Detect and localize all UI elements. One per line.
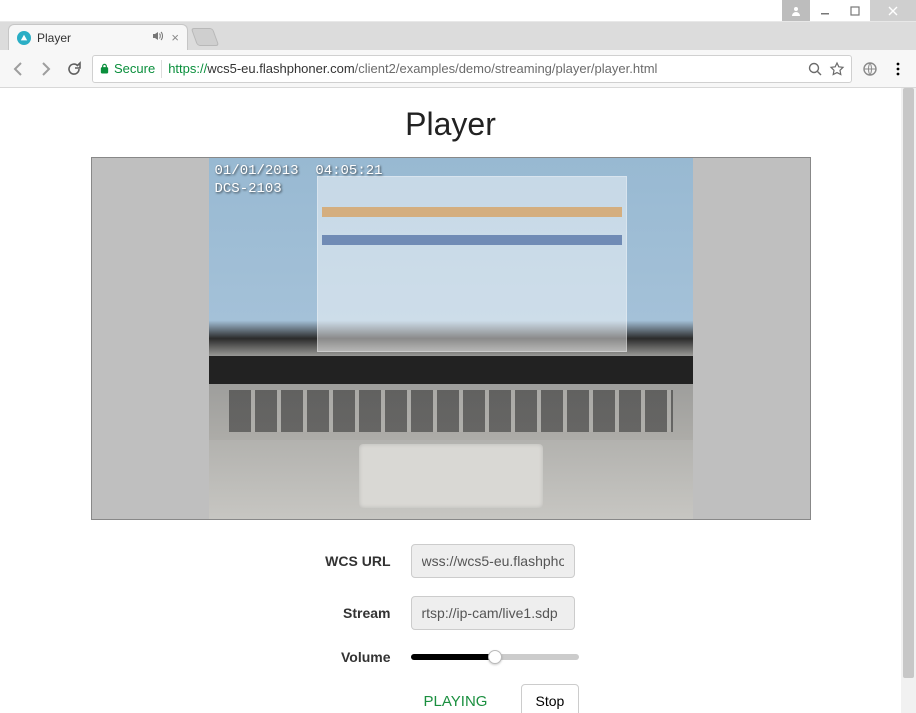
tab-close-icon[interactable]: × xyxy=(171,30,179,45)
stream-label: Stream xyxy=(231,605,411,621)
reload-icon xyxy=(66,61,82,77)
browser-tab-active[interactable]: Player × xyxy=(8,24,188,50)
reload-button[interactable] xyxy=(64,59,84,79)
zoom-icon[interactable] xyxy=(807,61,823,77)
tab-favicon-icon xyxy=(17,31,31,45)
user-icon xyxy=(791,6,801,16)
lock-icon xyxy=(99,63,110,74)
browser-toolbar: Secure https://wcs5-eu.flashphoner.com/c… xyxy=(0,50,916,88)
page-content: Player 01/01/2013 04:05:21 DCS-2103 WCS … xyxy=(0,88,901,713)
os-close-button[interactable] xyxy=(870,0,916,21)
profile-button[interactable] xyxy=(860,59,880,79)
maximize-icon xyxy=(850,6,860,16)
secure-indicator[interactable]: Secure xyxy=(99,61,155,76)
os-minimize-button[interactable] xyxy=(810,0,840,21)
star-icon[interactable] xyxy=(829,61,845,77)
volume-slider-thumb[interactable] xyxy=(488,650,502,664)
os-maximize-button[interactable] xyxy=(840,0,870,21)
vertical-scrollbar[interactable] xyxy=(901,88,916,713)
secure-label: Secure xyxy=(114,61,155,76)
stream-input[interactable] xyxy=(411,596,575,630)
wcs-url-input[interactable] xyxy=(411,544,575,578)
globe-icon xyxy=(862,61,878,77)
audio-icon[interactable] xyxy=(151,30,163,45)
volume-slider[interactable] xyxy=(411,648,579,666)
stop-button[interactable]: Stop xyxy=(521,684,580,713)
browser-tab-strip: Player × xyxy=(0,22,916,50)
forward-button[interactable] xyxy=(36,59,56,79)
url-text: https://wcs5-eu.flashphoner.com/client2/… xyxy=(168,61,801,76)
omnibox[interactable]: Secure https://wcs5-eu.flashphoner.com/c… xyxy=(92,55,852,83)
omnibox-divider xyxy=(161,60,162,78)
tab-title: Player xyxy=(37,31,145,45)
player-form: WCS URL Stream Volume PLAYING xyxy=(231,544,671,713)
video-detail-hinge xyxy=(209,356,693,384)
status-text: PLAYING xyxy=(411,693,501,710)
minimize-icon xyxy=(820,6,830,16)
os-user-button[interactable] xyxy=(782,0,810,21)
volume-label: Volume xyxy=(231,649,411,665)
close-icon xyxy=(888,6,898,16)
back-button[interactable] xyxy=(8,59,28,79)
video-detail-keyboard xyxy=(209,384,693,440)
wcs-url-label: WCS URL xyxy=(231,553,411,569)
new-tab-button[interactable] xyxy=(191,28,220,46)
video-frame: 01/01/2013 04:05:21 DCS-2103 xyxy=(91,157,811,520)
video-detail-trackpad xyxy=(359,444,543,508)
video-detail-screen xyxy=(317,176,627,352)
menu-dots-icon xyxy=(890,61,906,77)
menu-button[interactable] xyxy=(888,59,908,79)
video-feed[interactable]: 01/01/2013 04:05:21 DCS-2103 xyxy=(209,158,693,519)
vertical-scrollbar-thumb[interactable] xyxy=(903,88,914,678)
arrow-right-icon xyxy=(38,61,54,77)
os-titlebar xyxy=(0,0,916,22)
camera-overlay-text: 01/01/2013 04:05:21 DCS-2103 xyxy=(215,162,383,198)
arrow-left-icon xyxy=(10,61,26,77)
browser-viewport: Player 01/01/2013 04:05:21 DCS-2103 WCS … xyxy=(0,88,916,713)
page-title: Player xyxy=(16,106,885,143)
